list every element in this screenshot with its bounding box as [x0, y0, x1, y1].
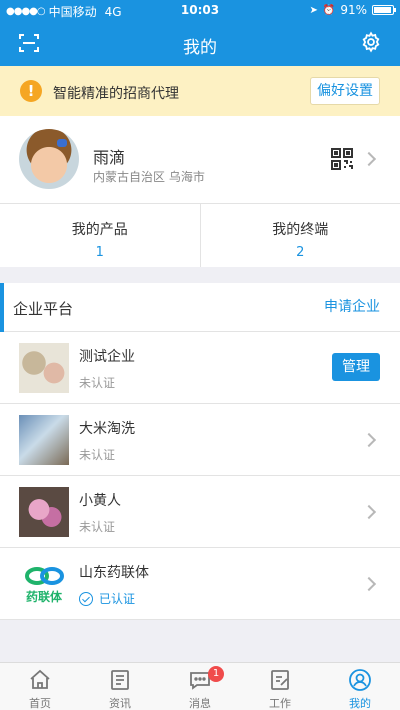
list-item[interactable]: 大米淘洗 未认证	[0, 404, 400, 476]
exclamation-icon: !	[20, 80, 42, 102]
promo-banner: ! 智能精准的招商代理 偏好设置	[0, 66, 400, 116]
list-item[interactable]: 药联体 山东药联体 已认证	[0, 548, 400, 620]
status-bar: ●●●●○ 中国移动 4G 10:03 ➤ ⏰ 91%	[0, 0, 400, 20]
page-title: 我的	[183, 38, 217, 58]
enterprise-section-header: 企业平台 申请企业	[0, 283, 400, 332]
enterprise-name: 山东药联体	[79, 565, 149, 581]
enterprise-name: 大米淘洗	[79, 421, 135, 437]
enterprise-status: 未认证	[79, 448, 116, 462]
work-icon	[271, 670, 289, 690]
enterprise-list: 测试企业 未认证 管理 大米淘洗 未认证 小黄人 未认证 药联体 山东药联体 已…	[0, 332, 400, 620]
enterprise-status: 未认证	[79, 376, 116, 390]
unread-badge: 1	[208, 666, 224, 682]
enterprise-status: 未认证	[79, 520, 116, 534]
profile-location: 内蒙古自治区 乌海市	[93, 170, 205, 184]
stat-value: 1	[95, 245, 104, 260]
verified-label: 已认证	[99, 592, 136, 606]
tab-label: 我的	[349, 697, 371, 710]
tab-news[interactable]: 资讯	[80, 663, 160, 710]
tab-label: 消息	[189, 697, 211, 710]
chevron-right-icon	[361, 576, 377, 592]
tab-profile[interactable]: 我的	[320, 663, 400, 710]
section-accent-bar	[0, 283, 4, 332]
tab-work[interactable]: 工作	[240, 663, 320, 710]
apply-enterprise-link[interactable]: 申请企业	[324, 296, 380, 316]
enterprise-name: 测试企业	[79, 349, 135, 365]
stats-row: 我的产品 1 我的终端 2	[0, 204, 400, 267]
enterprise-status: 已认证	[79, 590, 135, 607]
verified-check-icon	[79, 591, 93, 606]
section-title: 企业平台	[13, 300, 74, 318]
banner-text: 智能精准的招商代理	[53, 86, 179, 102]
status-right: ➤ ⏰ 91%	[309, 3, 396, 17]
profile-card[interactable]: 雨滴 内蒙古自治区 乌海市	[0, 116, 400, 204]
stat-value: 2	[296, 245, 305, 260]
stat-label: 我的终端	[272, 222, 329, 238]
gear-icon[interactable]	[360, 31, 382, 53]
profile-icon	[349, 669, 371, 691]
logo-text: 药联体	[26, 589, 63, 604]
tab-home[interactable]: 首页	[0, 663, 80, 710]
avatar	[19, 129, 79, 189]
enterprise-logo	[19, 487, 69, 537]
alarm-icon: ⏰	[322, 4, 336, 16]
tab-label: 工作	[269, 697, 291, 710]
list-item[interactable]: 测试企业 未认证 管理	[0, 332, 400, 404]
qr-code-icon[interactable]	[330, 147, 354, 171]
news-icon	[111, 670, 129, 690]
my-terminals-cell[interactable]: 我的终端 2	[199, 204, 400, 267]
nav-bar: 我的	[0, 20, 400, 66]
enterprise-logo	[19, 415, 69, 465]
tab-label: 资讯	[109, 697, 131, 710]
manage-button[interactable]: 管理	[332, 353, 380, 381]
chevron-right-icon	[361, 432, 377, 448]
list-item[interactable]: 小黄人 未认证	[0, 476, 400, 548]
bottom-tab-bar: 首页 资讯 1 消息 工作 我的	[0, 662, 400, 710]
enterprise-name: 小黄人	[79, 493, 121, 509]
battery-percent: 91%	[340, 3, 367, 17]
tab-messages[interactable]: 1 消息	[160, 663, 240, 710]
preference-settings-button[interactable]: 偏好设置	[310, 77, 380, 105]
my-products-cell[interactable]: 我的产品 1	[0, 204, 200, 267]
location-icon: ➤	[309, 4, 318, 16]
battery-icon	[372, 5, 396, 15]
enterprise-logo	[19, 343, 69, 393]
stat-label: 我的产品	[71, 222, 128, 238]
chevron-right-icon	[361, 504, 377, 520]
home-icon	[30, 669, 50, 689]
profile-name: 雨滴	[93, 148, 126, 167]
yaolianti-logo: 药联体	[19, 559, 69, 609]
chevron-right-icon	[361, 151, 377, 167]
tab-label: 首页	[29, 697, 51, 710]
